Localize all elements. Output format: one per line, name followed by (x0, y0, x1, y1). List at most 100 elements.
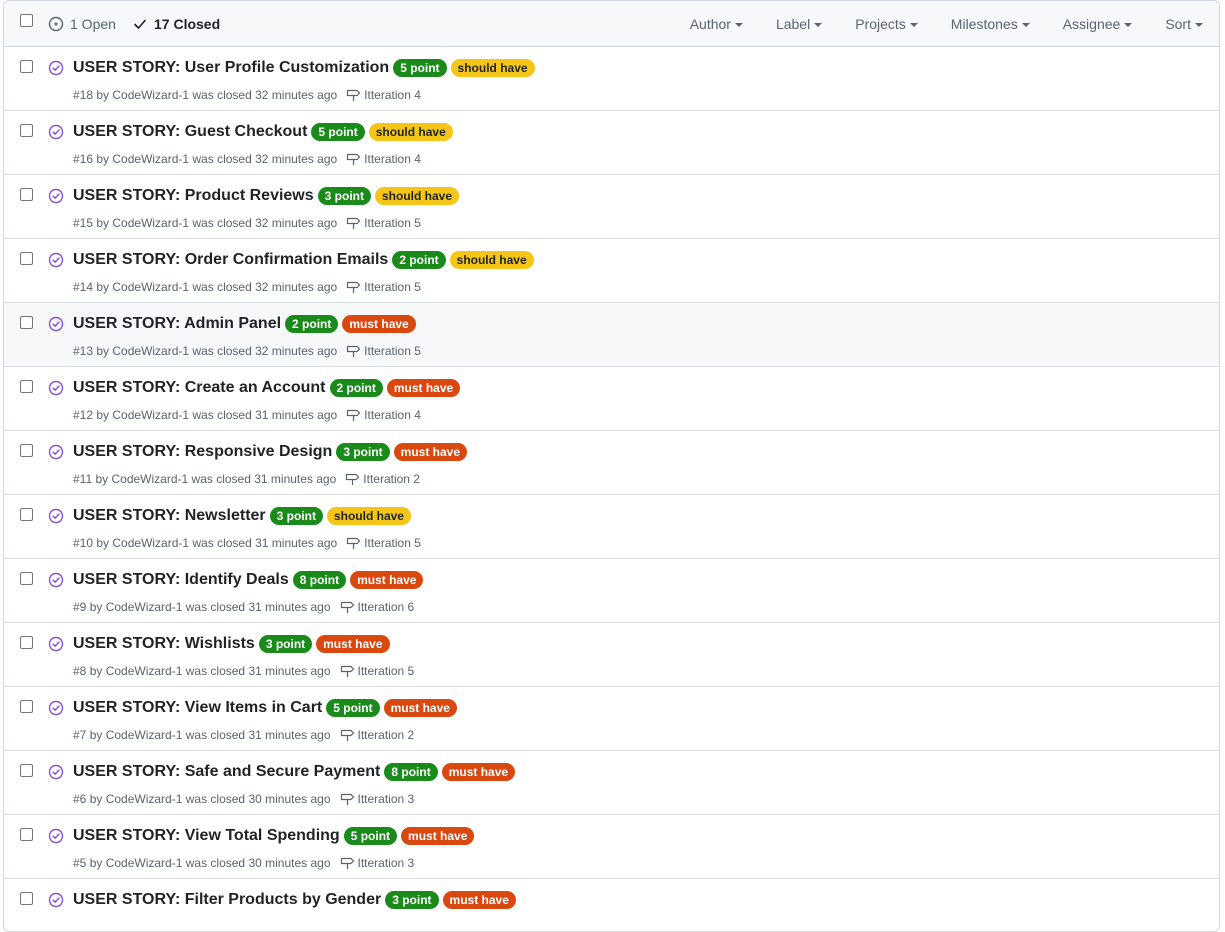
issue-checkbox[interactable] (20, 828, 33, 841)
issue-author[interactable]: CodeWizard-1 (111, 472, 188, 486)
issue-author[interactable]: CodeWizard-1 (112, 344, 189, 358)
label-should[interactable]: should have (450, 59, 535, 77)
issue-number[interactable]: #7 (73, 728, 86, 742)
issue-checkbox[interactable] (20, 316, 33, 329)
issue-row[interactable]: USER STORY: Guest Checkout 5 point should … (4, 111, 1219, 175)
issue-checkbox[interactable] (20, 700, 33, 713)
label-must[interactable]: must have (441, 763, 516, 781)
issue-row[interactable]: USER STORY: Create an Account 2 point must… (4, 367, 1219, 431)
issue-title[interactable]: USER STORY: Create an Account (73, 379, 326, 397)
label-point[interactable]: 3 point (336, 443, 390, 461)
issue-number[interactable]: #12 (73, 408, 93, 422)
issue-title[interactable]: USER STORY: Admin Panel (73, 315, 281, 333)
select-all-checkbox[interactable] (20, 14, 33, 27)
issue-checkbox[interactable] (20, 636, 33, 649)
issue-row[interactable]: USER STORY: Admin Panel 2 point must have #… (4, 303, 1219, 367)
issue-row[interactable]: USER STORY: View Total Spending 5 point mu… (4, 815, 1219, 879)
issue-number[interactable]: #15 (73, 216, 93, 230)
milestone-link[interactable]: Itteration 2 (345, 472, 420, 486)
label-must[interactable]: must have (342, 315, 416, 333)
milestone-link[interactable]: Itteration 5 (346, 216, 421, 230)
issue-author[interactable]: CodeWizard-1 (112, 216, 189, 230)
label-point[interactable]: 3 point (258, 635, 313, 653)
issue-title[interactable]: USER STORY: Safe and Secure Payment (73, 763, 380, 781)
issue-number[interactable]: #6 (73, 792, 86, 806)
issue-number[interactable]: #18 (73, 88, 93, 102)
issue-number[interactable]: #16 (73, 152, 93, 166)
issue-author[interactable]: CodeWizard-1 (112, 152, 189, 166)
issue-row[interactable]: USER STORY: User Profile Customization 5 … (4, 47, 1219, 111)
label-point[interactable]: 5 point (393, 59, 447, 77)
author-filter[interactable]: Author (690, 16, 743, 32)
label-point[interactable]: 8 point (384, 763, 438, 781)
milestone-link[interactable]: Itteration 5 (340, 664, 414, 678)
milestone-link[interactable]: Itteration 6 (340, 600, 414, 614)
open-issues-tab[interactable]: 1 Open (48, 1, 116, 46)
issue-number[interactable]: #8 (73, 664, 86, 678)
issue-row[interactable]: USER STORY: Responsive Design 3 point must… (4, 431, 1219, 495)
label-must[interactable]: must have (442, 891, 516, 909)
issue-title[interactable]: USER STORY: Product Reviews (73, 187, 314, 205)
issue-title[interactable]: USER STORY: Responsive Design (73, 443, 332, 461)
milestone-link[interactable]: Itteration 3 (340, 792, 414, 806)
issue-title[interactable]: USER STORY: Guest Checkout (73, 123, 307, 141)
sort-filter[interactable]: Sort (1165, 16, 1203, 32)
issue-checkbox[interactable] (20, 444, 33, 457)
issue-checkbox[interactable] (20, 572, 33, 585)
issue-author[interactable]: CodeWizard-1 (106, 664, 183, 678)
label-should[interactable]: should have (368, 123, 453, 141)
issue-row[interactable]: USER STORY: Order Confirmation Emails 2 p… (4, 239, 1219, 303)
issue-number[interactable]: #14 (73, 280, 93, 294)
issue-row[interactable]: USER STORY: View Items in Cart 5 point mus… (4, 687, 1219, 751)
label-point[interactable]: 5 point (326, 699, 380, 717)
issue-author[interactable]: CodeWizard-1 (106, 856, 183, 870)
label-point[interactable]: 2 point (392, 251, 446, 269)
issue-row[interactable]: USER STORY: Identify Deals 8 point must ha… (4, 559, 1219, 623)
label-must[interactable]: must have (316, 635, 390, 653)
label-point[interactable]: 3 point (317, 187, 371, 205)
issue-checkbox[interactable] (20, 764, 33, 777)
label-must[interactable]: must have (383, 699, 457, 717)
issue-number[interactable]: #13 (73, 344, 93, 358)
issue-checkbox[interactable] (20, 124, 33, 137)
label-filter[interactable]: Label (776, 16, 823, 32)
issue-title[interactable]: USER STORY: Order Confirmation Emails (73, 251, 388, 269)
issue-number[interactable]: #11 (73, 472, 92, 486)
issue-title[interactable]: USER STORY: Filter Products by Gender (73, 891, 381, 909)
milestone-link[interactable]: Itteration 5 (346, 536, 421, 550)
issue-row[interactable]: USER STORY: Newsletter 3 point should have… (4, 495, 1219, 559)
milestone-link[interactable]: Itteration 3 (340, 856, 414, 870)
issue-author[interactable]: CodeWizard-1 (112, 280, 189, 294)
issue-number[interactable]: #5 (73, 856, 86, 870)
issue-title[interactable]: USER STORY: Wishlists (73, 635, 255, 653)
label-point[interactable]: 5 point (311, 123, 365, 141)
label-point[interactable]: 5 point (343, 827, 398, 845)
milestone-link[interactable]: Itteration 5 (346, 280, 421, 294)
issue-row[interactable]: USER STORY: Wishlists 3 point must have #8 … (4, 623, 1219, 687)
label-point[interactable]: 2 point (285, 315, 339, 333)
issue-checkbox[interactable] (20, 380, 33, 393)
closed-issues-tab[interactable]: 17 Closed (132, 1, 220, 46)
issue-row[interactable]: USER STORY: Safe and Secure Payment 8 poi… (4, 751, 1219, 815)
projects-filter[interactable]: Projects (855, 16, 918, 32)
issue-author[interactable]: CodeWizard-1 (106, 792, 183, 806)
issue-checkbox[interactable] (20, 252, 33, 265)
label-point[interactable]: 8 point (292, 571, 347, 589)
issue-checkbox[interactable] (20, 60, 33, 73)
issue-title[interactable]: USER STORY: View Total Spending (73, 827, 340, 845)
issue-row[interactable]: USER STORY: Filter Products by Gender 3 p… (4, 879, 1219, 931)
issue-title[interactable]: USER STORY: User Profile Customization (73, 59, 389, 77)
issue-author[interactable]: CodeWizard-1 (106, 600, 183, 614)
issue-checkbox[interactable] (20, 188, 33, 201)
assignee-filter[interactable]: Assignee (1063, 16, 1133, 32)
label-should[interactable]: should have (374, 187, 459, 205)
label-should[interactable]: should have (449, 251, 534, 269)
milestone-link[interactable]: Itteration 2 (340, 728, 414, 742)
issue-checkbox[interactable] (20, 892, 33, 905)
milestones-filter[interactable]: Milestones (951, 16, 1030, 32)
label-point[interactable]: 3 point (269, 507, 323, 525)
issue-author[interactable]: CodeWizard-1 (106, 728, 183, 742)
issue-checkbox[interactable] (20, 508, 33, 521)
label-should[interactable]: should have (326, 507, 411, 525)
issue-title[interactable]: USER STORY: View Items in Cart (73, 699, 322, 717)
